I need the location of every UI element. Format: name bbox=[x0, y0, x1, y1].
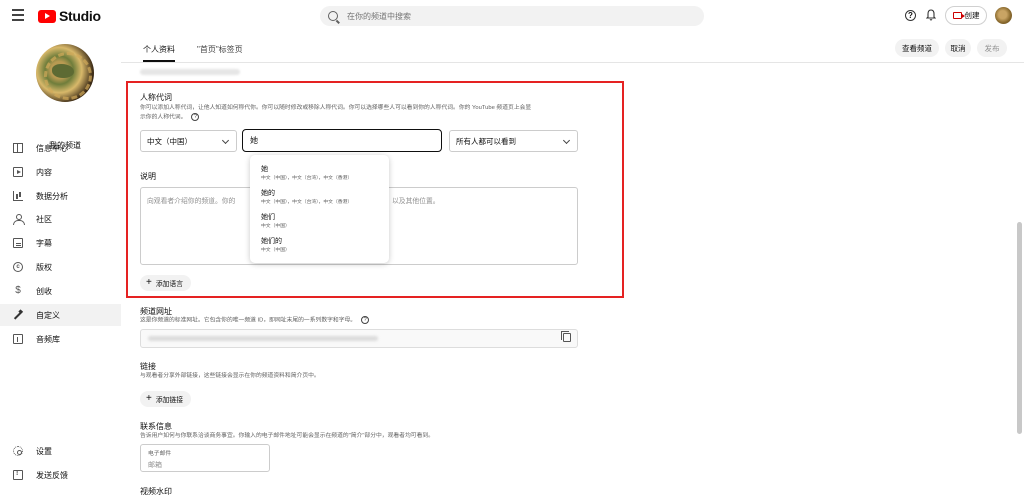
sidebar-item-content[interactable]: 内容 bbox=[0, 161, 121, 183]
customization-icon bbox=[13, 310, 23, 320]
help-circle-icon[interactable]: ? bbox=[361, 316, 370, 324]
sidebar-item-label: 信息中心 bbox=[36, 143, 68, 153]
sidebar: 我的频道 信息中心 内容 数据分析 社区 字幕 c 版权 $ 创收 自定义 音频… bbox=[0, 32, 121, 492]
help-icon[interactable]: ? bbox=[905, 10, 916, 21]
analytics-icon bbox=[13, 191, 23, 201]
sidebar-item-community[interactable]: 社区 bbox=[0, 208, 121, 230]
sidebar-item-label: 版权 bbox=[36, 262, 52, 272]
audio-library-icon bbox=[13, 334, 23, 344]
publish-button[interactable]: 发布 bbox=[977, 39, 1007, 57]
email-label: 电子邮件 bbox=[148, 451, 172, 457]
view-channel-button[interactable]: 查看频道 bbox=[895, 39, 939, 57]
sidebar-item-label: 内容 bbox=[36, 167, 52, 177]
app-name: Studio bbox=[59, 8, 101, 24]
sidebar-item-audio-library[interactable]: 音频库 bbox=[0, 328, 121, 350]
subtitles-icon bbox=[13, 238, 23, 248]
sidebar-item-dashboard[interactable]: 信息中心 bbox=[0, 137, 121, 159]
sidebar-item-customization[interactable]: 自定义 bbox=[0, 304, 121, 326]
earn-icon: $ bbox=[15, 285, 21, 296]
contact-title: 联系信息 bbox=[140, 422, 172, 431]
sidebar-item-earn[interactable]: $ 创收 bbox=[0, 280, 121, 302]
sidebar-item-label: 社区 bbox=[36, 214, 52, 224]
channel-avatar[interactable] bbox=[36, 44, 94, 102]
sidebar-item-label: 字幕 bbox=[36, 238, 52, 248]
scrollbar[interactable] bbox=[1017, 222, 1022, 434]
studio-logo[interactable]: Studio bbox=[38, 8, 101, 24]
youtube-logo-icon bbox=[38, 9, 56, 23]
add-link-label: 添加链接 bbox=[155, 397, 184, 404]
settings-icon bbox=[13, 446, 23, 456]
notifications-icon[interactable] bbox=[926, 9, 936, 21]
add-link-button[interactable]: + 添加链接 bbox=[140, 391, 192, 407]
tab-home[interactable]: "首页"标签页 bbox=[197, 44, 243, 62]
copyright-icon: c bbox=[13, 262, 23, 272]
links-title: 链接 bbox=[140, 362, 156, 371]
create-video-icon bbox=[952, 12, 965, 19]
tab-bar: 个人资料 "首页"标签页 bbox=[143, 44, 243, 62]
account-avatar[interactable] bbox=[995, 7, 1012, 24]
copy-icon[interactable] bbox=[561, 331, 571, 342]
sidebar-item-label: 自定义 bbox=[36, 310, 60, 320]
community-icon bbox=[13, 214, 25, 225]
blurred-handle-field bbox=[140, 69, 240, 75]
highlight-box bbox=[126, 81, 624, 298]
feedback-icon bbox=[13, 470, 23, 480]
sidebar-item-label: 发送反馈 bbox=[36, 470, 68, 480]
channel-url-description: 这是你频道的标准网址。它包含你的唯一频道 ID，即网址末尾的一系列数字和字母。? bbox=[140, 316, 370, 326]
channel-url-description-text: 这是你频道的标准网址。它包含你的唯一频道 ID，即网址末尾的一系列数字和字母。 bbox=[140, 317, 357, 324]
sidebar-item-label: 音频库 bbox=[36, 334, 60, 344]
sidebar-item-label: 设置 bbox=[36, 446, 52, 456]
cancel-button[interactable]: 取消 bbox=[945, 39, 971, 57]
tab-profile[interactable]: 个人资料 bbox=[143, 44, 175, 62]
search-input[interactable] bbox=[347, 11, 647, 21]
tab-divider bbox=[121, 62, 1024, 63]
content-icon bbox=[13, 167, 23, 177]
blurred-url bbox=[148, 336, 378, 341]
sidebar-item-analytics[interactable]: 数据分析 bbox=[0, 185, 121, 207]
top-bar: Studio ? 创建 bbox=[0, 0, 1024, 32]
create-button[interactable]: 创建 bbox=[945, 6, 987, 25]
email-placeholder: 邮箱 bbox=[148, 462, 162, 469]
sidebar-item-label: 数据分析 bbox=[36, 191, 68, 201]
create-label: 创建 bbox=[964, 11, 980, 20]
sidebar-item-settings[interactable]: 设置 bbox=[0, 440, 121, 462]
links-description: 与观看者分享外部链接，这些链接会显示在你的频道资料和简介页中。 bbox=[140, 373, 320, 379]
sidebar-item-label: 创收 bbox=[36, 286, 52, 296]
sidebar-item-feedback[interactable]: 发送反馈 bbox=[0, 464, 121, 486]
sidebar-item-subtitles[interactable]: 字幕 bbox=[0, 232, 121, 254]
dashboard-icon bbox=[13, 143, 23, 153]
contact-description: 告诉用户如何与你联系洽谈商务事宜。你输入的电子邮件地址可能会显示在频道的"简介"… bbox=[140, 433, 434, 439]
search-bar[interactable] bbox=[320, 6, 704, 26]
menu-icon[interactable] bbox=[12, 9, 24, 23]
plus-icon: + bbox=[146, 393, 152, 404]
sidebar-item-copyright[interactable]: c 版权 bbox=[0, 256, 121, 278]
search-icon[interactable] bbox=[328, 11, 338, 21]
